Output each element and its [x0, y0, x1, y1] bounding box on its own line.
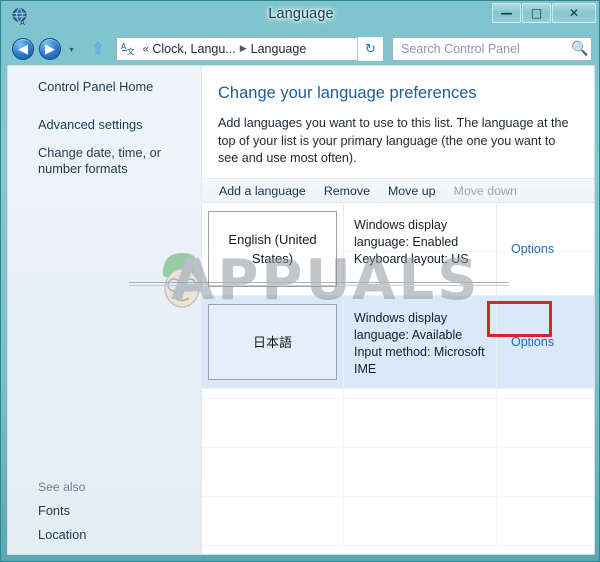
empty-row — [202, 399, 594, 448]
close-icon: ✕ — [568, 6, 580, 20]
detail-line: Windows display — [354, 311, 448, 325]
address-bar[interactable]: A 文 « Clock, Langu... ▶ Language ▾ — [116, 37, 384, 61]
maximize-icon: □ — [530, 6, 543, 20]
svg-text:文: 文 — [127, 46, 135, 56]
empty-row — [202, 497, 594, 546]
see-also-item-location[interactable]: Location — [38, 527, 198, 542]
language-name-cell: 日本語 — [202, 296, 343, 388]
sidebar-item-advanced-settings[interactable]: Advanced settings — [38, 117, 201, 133]
search-input[interactable] — [401, 42, 571, 56]
language-details-english: Windows display language: Enabled Keyboa… — [343, 203, 496, 295]
command-bar: Add a language Remove Move up Move down — [202, 178, 594, 203]
language-list: English (United States) Windows display … — [202, 203, 594, 554]
forward-arrow-icon: ▶ — [45, 41, 55, 57]
navigation-bar: ◀ ▶ ▾ ⇧ A 文 « Clock, Langu... ▶ Language… — [1, 32, 600, 65]
back-button[interactable]: ◀ — [12, 38, 34, 60]
language-row-english[interactable]: English (United States) Windows display … — [202, 203, 594, 296]
back-arrow-icon: ◀ — [18, 41, 28, 57]
language-name-japanese: 日本語 — [208, 304, 337, 380]
search-box[interactable]: 🔍 — [392, 37, 592, 61]
minimize-icon: — — [500, 6, 513, 20]
remove-button[interactable]: Remove — [315, 184, 379, 198]
empty-row — [202, 448, 594, 497]
add-a-language-button[interactable]: Add a language — [210, 184, 315, 198]
sidebar: Control Panel Home Advanced settings Cha… — [8, 66, 202, 554]
detail-line: Input method: Microsoft — [354, 345, 485, 359]
language-control-panel-window: A Language — □ ✕ ◀ ▶ ▾ ⇧ A 文 « Clock, La… — [0, 0, 600, 562]
language-details-japanese: Windows display language: Available Inpu… — [343, 296, 496, 388]
detail-line: language: Enabled — [354, 235, 459, 249]
see-also-item-fonts[interactable]: Fonts — [38, 503, 198, 518]
options-cell-japanese: Options — [496, 296, 594, 388]
maximize-button[interactable]: □ — [522, 3, 551, 23]
move-up-button[interactable]: Move up — [379, 184, 445, 198]
control-panel-language-icon: A 文 — [120, 41, 137, 58]
see-also-heading: See also — [38, 480, 86, 494]
main-pane: Change your language preferences Add lan… — [202, 66, 594, 554]
language-row-japanese[interactable]: 日本語 Windows display language: Available … — [202, 296, 594, 389]
sidebar-item-control-panel-home[interactable]: Control Panel Home — [38, 79, 201, 95]
options-link-japanese[interactable]: Options — [511, 335, 554, 349]
language-name-english: English (United States) — [208, 211, 337, 287]
breadcrumb-parent[interactable]: Clock, Langu... — [152, 42, 235, 56]
breadcrumb-current[interactable]: Language — [251, 42, 307, 56]
client-area: Control Panel Home Advanced settings Cha… — [7, 65, 595, 555]
detail-line: language: Available — [354, 328, 463, 342]
address-separator: « — [142, 42, 150, 56]
options-link-english[interactable]: Options — [511, 242, 554, 256]
forward-button[interactable]: ▶ — [39, 38, 61, 60]
page-description: Add languages you want to use to this li… — [218, 116, 569, 165]
minimize-button[interactable]: — — [492, 3, 521, 23]
see-also-section: See also Fonts Location — [38, 480, 198, 542]
search-icon: 🔍 — [571, 41, 589, 57]
title-bar: A Language — □ ✕ — [1, 1, 600, 32]
window-caption-buttons: — □ ✕ — [492, 3, 596, 23]
move-down-button: Move down — [453, 183, 517, 198]
refresh-button[interactable]: ↻ — [357, 37, 383, 61]
detail-line: Windows display — [354, 218, 448, 232]
detail-line: IME — [354, 362, 377, 376]
refresh-icon: ↻ — [365, 41, 376, 57]
page-title: Change your language preferences — [218, 84, 477, 102]
options-cell-english: Options — [496, 203, 594, 295]
detail-line: Keyboard layout: US — [354, 252, 469, 266]
sidebar-item-change-formats[interactable]: Change date, time, or number formats — [38, 145, 201, 177]
language-name-cell: English (United States) — [202, 203, 343, 295]
recent-pages-dropdown[interactable]: ▾ — [67, 45, 76, 54]
breadcrumb-chevron-icon[interactable]: ▶ — [236, 44, 251, 54]
up-one-level-button[interactable]: ⇧ — [89, 40, 107, 58]
close-button[interactable]: ✕ — [552, 3, 596, 23]
